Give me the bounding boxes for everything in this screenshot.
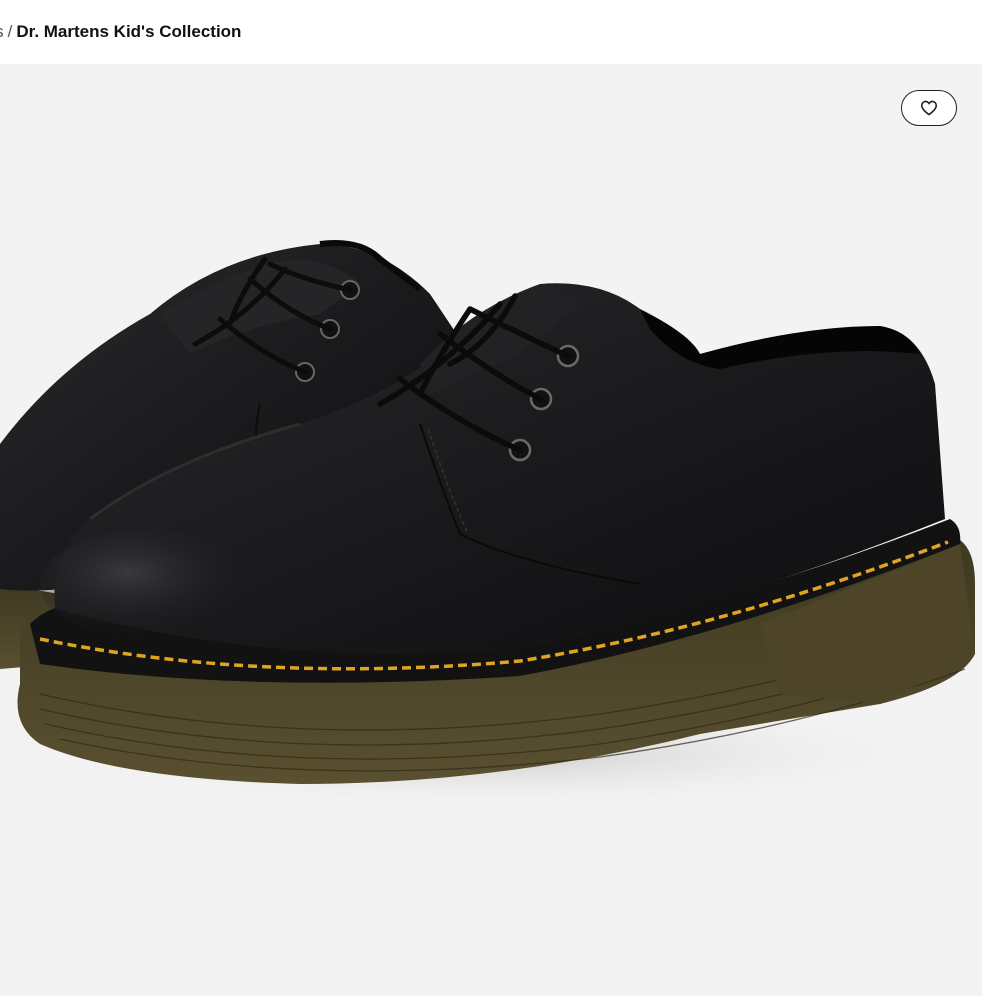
page-bottom-margin	[0, 996, 1000, 1000]
breadcrumb-current: Dr. Martens Kid's Collection	[16, 22, 242, 41]
page-right-margin	[982, 64, 1000, 1000]
breadcrumb-separator: /	[7, 22, 13, 41]
product-image[interactable]	[0, 64, 982, 1000]
product-photo-shoes	[0, 240, 975, 814]
breadcrumb: rds/Dr. Martens Kid's Collection	[0, 18, 1000, 46]
favorite-button[interactable]	[901, 90, 957, 126]
heart-icon	[920, 100, 938, 116]
